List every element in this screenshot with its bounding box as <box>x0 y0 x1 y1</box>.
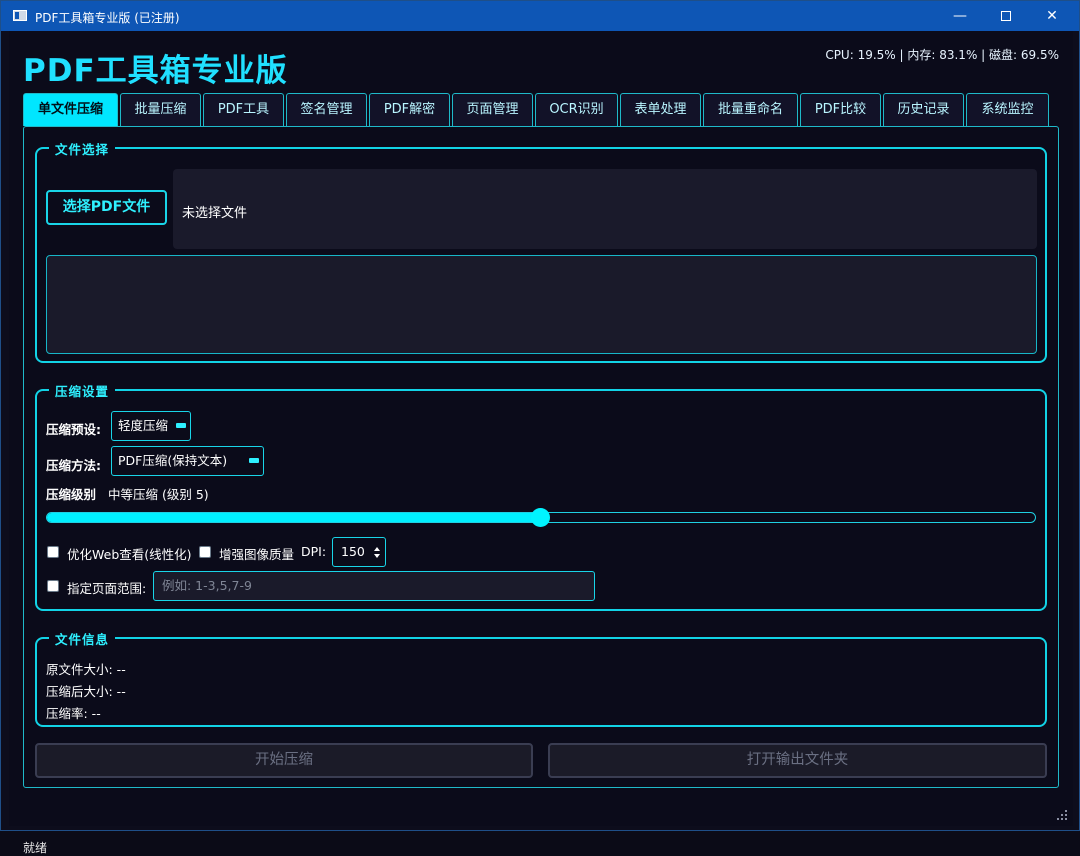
dpi-value: 150 <box>341 544 365 559</box>
tab-signature[interactable]: 签名管理 <box>286 93 367 126</box>
file-select-group: 文件选择 选择PDF文件 未选择文件 <box>35 139 1047 363</box>
dropdown-arrow-icon <box>249 458 259 463</box>
minimize-button[interactable]: — <box>937 1 983 31</box>
status-bar: 就绪 <box>23 841 48 855</box>
dpi-label: DPI: <box>301 544 327 559</box>
optimize-web-label: 优化Web查看(线性化) <box>67 547 192 562</box>
tab-pdf-tools[interactable]: PDF工具 <box>203 93 284 126</box>
slider-fill <box>47 513 541 522</box>
spin-up-icon[interactable] <box>374 547 380 551</box>
group-title-file-info: 文件信息 <box>49 629 116 648</box>
page-range-label: 指定页面范围: <box>67 581 147 596</box>
group-title-compress-settings: 压缩设置 <box>49 381 116 400</box>
spin-down-icon[interactable] <box>374 554 380 558</box>
maximize-icon <box>1001 11 1011 21</box>
file-preview-area[interactable] <box>46 255 1037 354</box>
selected-file-label: 未选择文件 <box>182 206 248 221</box>
tab-panel-single-compress: 文件选择 选择PDF文件 未选择文件 压缩设置 压缩预设: 轻度压缩 压缩方法:… <box>23 126 1059 788</box>
window-title: PDF工具箱专业版 (已注册) <box>35 11 180 25</box>
tab-single-compress[interactable]: 单文件压缩 <box>23 93 118 126</box>
app-title: PDF工具箱专业版 <box>23 53 288 89</box>
slider-handle[interactable] <box>531 508 550 527</box>
tab-history[interactable]: 历史记录 <box>883 93 964 126</box>
maximize-button[interactable] <box>983 1 1029 31</box>
resize-grip-icon[interactable] <box>1057 810 1067 820</box>
open-output-folder-button[interactable]: 打开输出文件夹 <box>548 743 1047 778</box>
method-dropdown[interactable]: PDF压缩(保持文本) <box>111 446 264 476</box>
level-label: 压缩级别 <box>46 487 97 502</box>
preset-value: 轻度压缩 <box>118 418 169 433</box>
compress-settings-group: 压缩设置 压缩预设: 轻度压缩 压缩方法: PDF压缩(保持文本) 压缩级别 中… <box>35 381 1047 611</box>
preset-label: 压缩预设: <box>46 422 101 437</box>
tab-forms[interactable]: 表单处理 <box>620 93 701 126</box>
group-title-file-select: 文件选择 <box>49 139 116 158</box>
tab-ocr[interactable]: OCR识别 <box>535 93 618 126</box>
original-size-text: 原文件大小: -- <box>46 662 126 677</box>
tab-page-manage[interactable]: 页面管理 <box>452 93 533 126</box>
page-range-checkbox[interactable] <box>47 580 59 592</box>
select-pdf-button[interactable]: 选择PDF文件 <box>46 190 167 225</box>
compressed-size-text: 压缩后大小: -- <box>46 684 126 699</box>
tab-pdf-compare[interactable]: PDF比较 <box>800 93 881 126</box>
page-range-input[interactable]: 例如: 1-3,5,7-9 <box>153 571 595 601</box>
system-stats: CPU: 19.5% | 内存: 83.1% | 磁盘: 69.5% <box>825 48 1059 62</box>
close-button[interactable]: ✕ <box>1029 1 1075 31</box>
tab-system-monitor[interactable]: 系统监控 <box>966 93 1049 126</box>
start-compress-button[interactable]: 开始压缩 <box>35 743 533 778</box>
tab-batch-rename[interactable]: 批量重命名 <box>703 93 798 126</box>
dropdown-arrow-icon <box>176 423 186 428</box>
app-icon <box>13 10 27 21</box>
dpi-spinbox[interactable]: 150 <box>332 537 386 567</box>
preset-dropdown[interactable]: 轻度压缩 <box>111 411 191 441</box>
compression-ratio-text: 压缩率: -- <box>46 706 101 721</box>
title-bar[interactable]: PDF工具箱专业版 (已注册) — ✕ <box>1 1 1079 31</box>
compress-level-slider[interactable] <box>46 508 1036 527</box>
tab-batch-compress[interactable]: 批量压缩 <box>120 93 201 126</box>
method-label: 压缩方法: <box>46 458 101 473</box>
enhance-image-checkbox[interactable] <box>199 546 211 558</box>
enhance-image-label: 增强图像质量 <box>219 547 295 562</box>
app-window: PDF工具箱专业版 (已注册) — ✕ PDF工具箱专业版 CPU: 19.5%… <box>0 0 1080 855</box>
tab-pdf-decrypt[interactable]: PDF解密 <box>369 93 450 126</box>
method-value: PDF压缩(保持文本) <box>118 453 228 468</box>
optimize-web-checkbox[interactable] <box>47 546 59 558</box>
level-value: 中等压缩 (级别 5) <box>108 487 209 502</box>
file-info-group: 文件信息 原文件大小: -- 压缩后大小: -- 压缩率: -- <box>35 629 1047 727</box>
selected-file-box: 未选择文件 <box>173 169 1037 249</box>
main-content: PDF工具箱专业版 CPU: 19.5% | 内存: 83.1% | 磁盘: 6… <box>9 31 1073 855</box>
